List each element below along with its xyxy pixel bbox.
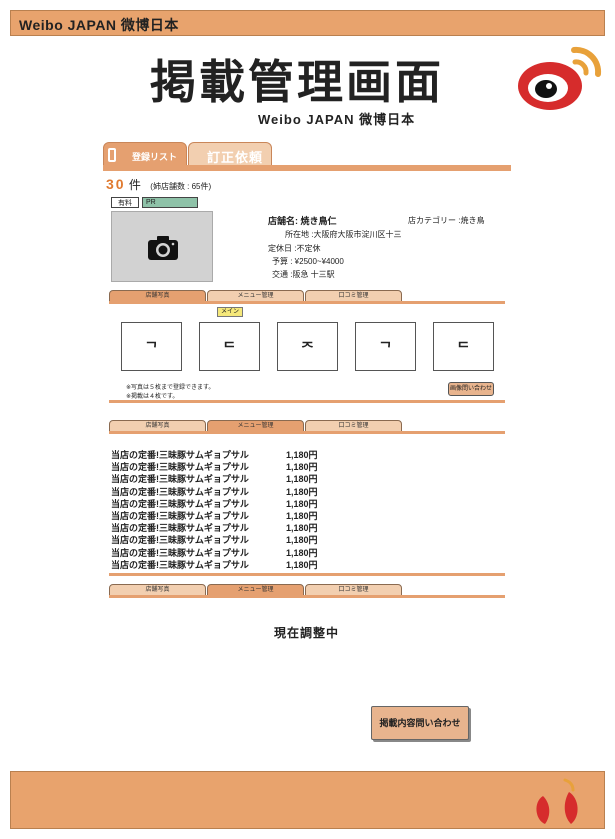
section-divider — [109, 301, 505, 304]
photo-note-published: ※掲載は４枚です。 — [126, 394, 179, 400]
menu-item-name: 当店の定番!三昧豚サムギョプサル — [111, 510, 249, 521]
menu-item-price: 1,180円 — [286, 486, 318, 497]
store-name: 店舗名: 焼き鳥仁 — [268, 216, 337, 226]
menu-item-price: 1,180円 — [286, 462, 318, 473]
image-inquiry-button[interactable]: 画像問い合わせ — [448, 382, 494, 396]
page-title: 掲載管理画面 — [150, 55, 444, 109]
tab-underline — [103, 165, 511, 171]
tab-correction-request[interactable]: 訂正依頼 — [188, 142, 272, 166]
menu-item-name: 当店の定番!三昧豚サムギョプサル — [111, 462, 249, 473]
menu-item-price: 1,180円 — [286, 498, 318, 509]
menu-item-name: 当店の定番!三昧豚サムギョプサル — [111, 559, 249, 570]
menu-item-price: 1,180円 — [286, 450, 318, 460]
menu-item-price: 1,180円 — [286, 474, 318, 485]
photo-thumb[interactable]: ᄀ — [355, 322, 416, 371]
store-category: 店カテゴリー :焼き鳥 — [408, 216, 485, 225]
paid-badge: 有料 — [111, 197, 139, 208]
menu-item-price: 1,180円 — [286, 510, 318, 521]
store-photo[interactable] — [111, 211, 213, 282]
tab-registration-list[interactable]: 登録リスト — [103, 142, 187, 166]
list-icon — [108, 148, 116, 162]
menu-item-name: 当店の定番!三昧豚サムギョプサル — [111, 523, 249, 534]
top-bar: Weibo JAPAN 微博日本 — [10, 10, 605, 36]
menu-item-price: 1,180円 — [286, 523, 318, 534]
menu-item-name: 当店の定番!三昧豚サムギョプサル — [111, 486, 249, 497]
photo-thumb[interactable]: ᄃ — [433, 322, 494, 371]
menu-item-price: 1,180円 — [286, 547, 318, 558]
brand-label: Weibo JAPAN 微博日本 — [19, 17, 179, 33]
page-subtitle: Weibo JAPAN 微博日本 — [258, 112, 416, 127]
review-status: 現在調整中 — [274, 626, 340, 640]
footer-bar — [10, 771, 605, 829]
store-budget: 予算 : ¥2500~¥4000 — [272, 257, 344, 266]
pr-badge: PR — [142, 197, 198, 208]
menu-item-name: 当店の定番!三昧豚サムギョプサル — [111, 474, 249, 485]
section-divider — [109, 595, 505, 598]
menu-item-name: 当店の定番!三昧豚サムギョプサル — [111, 547, 249, 558]
photo-note-limit: ※写真は５枚まで登録できます。 — [126, 385, 215, 391]
section-divider — [109, 573, 505, 576]
camera-icon — [148, 236, 178, 260]
store-address: 所在地 :大阪府大阪市淀川区十三 — [285, 230, 402, 239]
photo-thumb[interactable]: ᄌ — [277, 322, 338, 371]
section-divider — [109, 400, 505, 403]
menu-item-price: 1,180円 — [286, 559, 318, 570]
menu-item-name: 当店の定番!三昧豚サムギョプサル — [111, 498, 249, 509]
listing-inquiry-button[interactable]: 掲載内容問い合わせ — [371, 706, 469, 740]
weibo-logo — [518, 46, 602, 110]
photo-thumb[interactable]: ᄀ — [121, 322, 182, 371]
store-holiday: 定休日 :不定休 — [268, 244, 321, 253]
photo-thumb[interactable]: ᄃ — [199, 322, 260, 371]
menu-item-price: 1,180円 — [286, 535, 318, 546]
menu-item-name: 当店の定番!三昧豚サムギョプサル — [111, 535, 249, 546]
menu-item-name: 当店の定番!三昧豚サムギョプサル — [111, 450, 249, 460]
main-photo-tag: メイン — [217, 307, 243, 317]
store-access: 交通 :阪急 十三駅 — [272, 270, 335, 279]
weibo-mark-icon — [536, 778, 578, 824]
section-divider — [109, 431, 505, 434]
listing-count: 30 件 (姉店舗数 : 65件) — [106, 176, 212, 192]
